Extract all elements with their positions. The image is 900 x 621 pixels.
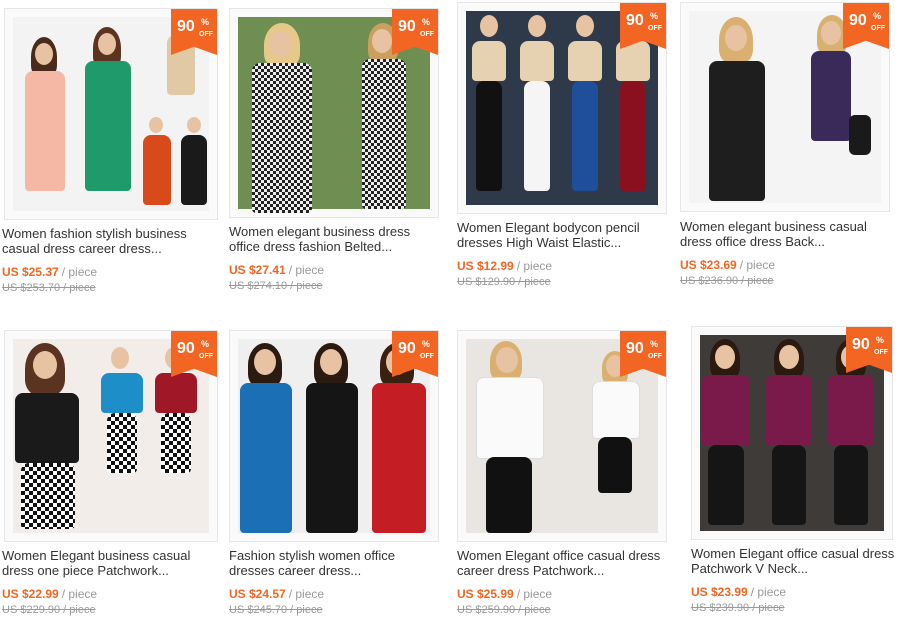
product-title[interactable]: Women Elegant bodycon pencil dresses Hig…	[457, 220, 672, 252]
product-title[interactable]: Women elegant business casual dress offi…	[680, 219, 895, 251]
product-image[interactable]: 90% OFF	[691, 326, 893, 540]
product-title[interactable]: Women Elegant business casual dress one …	[2, 548, 217, 580]
price-value: US $12.99	[457, 259, 514, 273]
price-value: US $25.37	[2, 265, 59, 279]
product-price: US $24.57/ piece	[229, 587, 324, 601]
product-title[interactable]: Women Elegant office casual dress career…	[457, 548, 672, 580]
price-value: US $27.41	[229, 263, 286, 277]
original-price: US $253.70 / piece	[2, 282, 96, 294]
product-image[interactable]: 90% OFF	[680, 2, 890, 212]
product-price: US $22.99/ piece	[2, 587, 97, 601]
product-title[interactable]: Women fashion stylish business casual dr…	[2, 226, 217, 258]
price-unit: / piece	[61, 587, 98, 601]
original-price: US $236.90 / piece	[680, 275, 774, 287]
product-title[interactable]: Women elegant business dress office dres…	[229, 224, 444, 256]
price-unit: / piece	[288, 263, 325, 277]
product-image[interactable]: 90% OFF	[229, 8, 439, 218]
price-unit: / piece	[516, 587, 553, 601]
product-price: US $27.41/ piece	[229, 263, 324, 277]
price-unit: / piece	[61, 265, 98, 279]
price-unit: / piece	[750, 585, 787, 599]
product-image[interactable]: 90% OFF	[457, 330, 667, 542]
original-price: US $129.90 / piece	[457, 276, 551, 288]
product-title[interactable]: Women Elegant office casual dress Patchw…	[691, 546, 900, 578]
product-price: US $12.99/ piece	[457, 259, 552, 273]
original-price: US $245.70 / piece	[229, 604, 323, 616]
original-price: US $274.10 / piece	[229, 280, 323, 292]
price-value: US $23.99	[691, 585, 748, 599]
product-price: US $25.37/ piece	[2, 265, 97, 279]
product-image[interactable]: 90% OFF	[4, 8, 218, 220]
price-unit: / piece	[516, 259, 553, 273]
price-value: US $24.57	[229, 587, 286, 601]
product-image[interactable]: 90% OFF	[229, 330, 439, 542]
product-image[interactable]: 90% OFF	[4, 330, 218, 542]
price-value: US $25.99	[457, 587, 514, 601]
product-price: US $23.99/ piece	[691, 585, 786, 599]
original-price: US $229.90 / piece	[2, 604, 96, 616]
product-price: US $23.69/ piece	[680, 258, 775, 272]
price-value: US $22.99	[2, 587, 59, 601]
product-price: US $25.99/ piece	[457, 587, 552, 601]
original-price: US $239.90 / piece	[691, 602, 785, 614]
original-price: US $259.90 / piece	[457, 604, 551, 616]
price-unit: / piece	[739, 258, 776, 272]
product-title[interactable]: Fashion stylish women office dresses car…	[229, 548, 444, 580]
price-value: US $23.69	[680, 258, 737, 272]
price-unit: / piece	[288, 587, 325, 601]
product-image[interactable]: 90% OFF	[457, 2, 667, 214]
